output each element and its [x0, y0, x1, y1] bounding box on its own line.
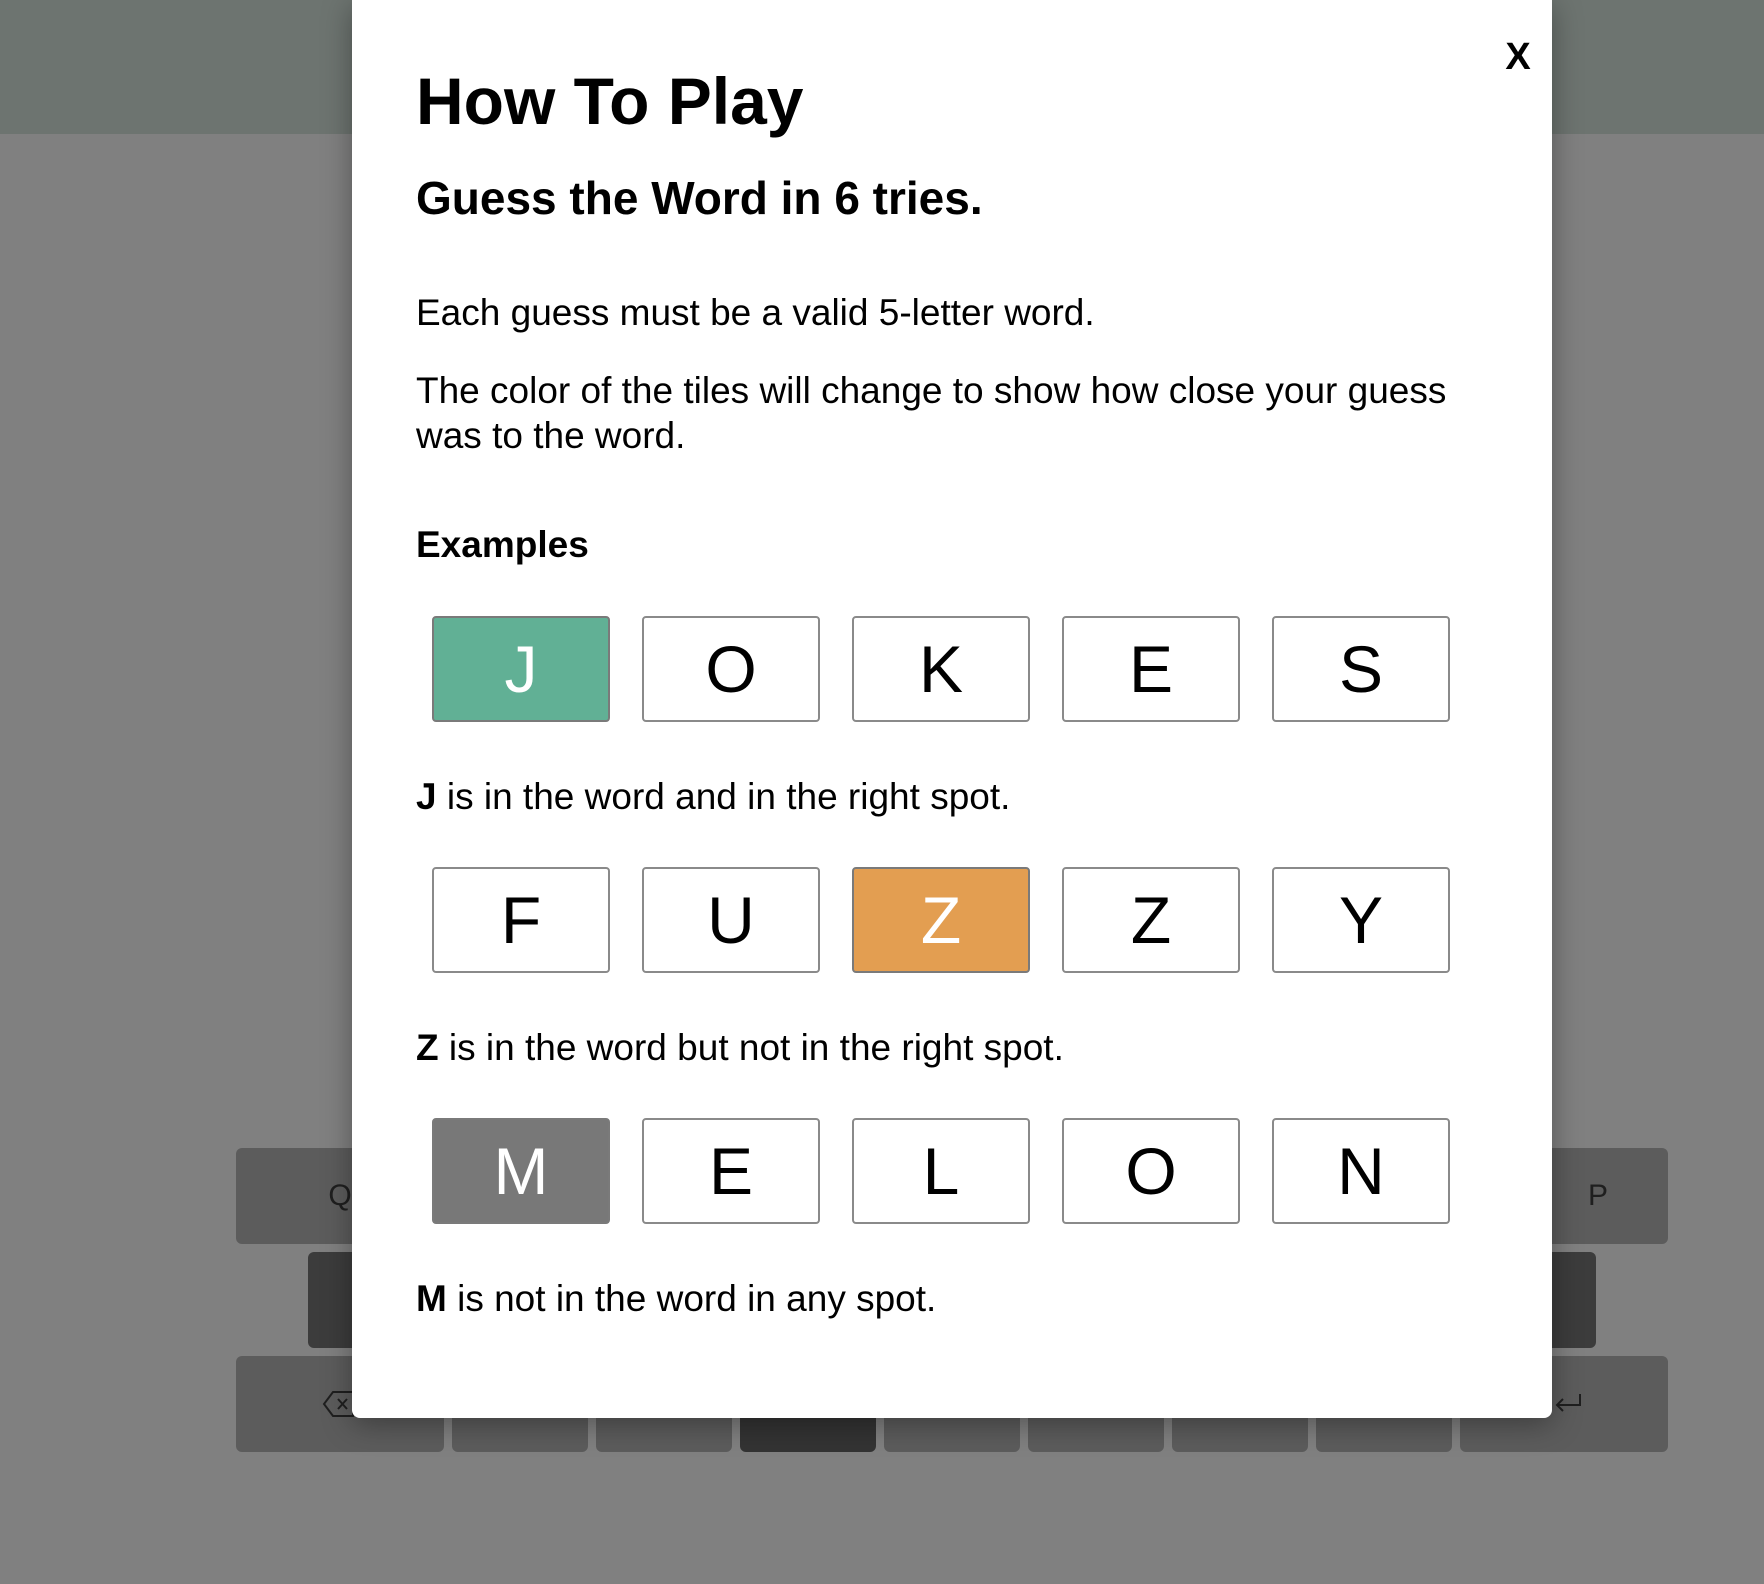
rule-paragraph: The color of the tiles will change to sh…: [416, 370, 1447, 456]
letter-tile: Y: [1272, 867, 1450, 973]
letter-tile: E: [1062, 616, 1240, 722]
example-row: F U Z Z Y: [432, 867, 1450, 973]
letter-tile: F: [432, 867, 610, 973]
example-row: J O K E S: [432, 616, 1450, 722]
letter-tile: M: [432, 1118, 610, 1224]
explanation-text: is in the word but not in the right spot…: [438, 1027, 1064, 1068]
letter-tile: Z: [1062, 867, 1240, 973]
letter-tile: S: [1272, 616, 1450, 722]
key-p-label: P: [1587, 1179, 1608, 1212]
example-row: M E L O N: [432, 1118, 1450, 1224]
letter-tile: U: [642, 867, 820, 973]
enter-icon: [1555, 1394, 1581, 1412]
highlight-letter: J: [416, 776, 437, 817]
explanation-text: is in the word and in the right spot.: [436, 776, 1011, 817]
letter-tile: O: [1062, 1118, 1240, 1224]
letter-tile: E: [642, 1118, 820, 1224]
modal-title: How To Play: [416, 64, 804, 138]
letter-tile: N: [1272, 1118, 1450, 1224]
backspace-icon: [322, 1391, 354, 1417]
examples-heading: Examples: [416, 524, 589, 565]
explanation-text: is not in the word in any spot.: [446, 1278, 937, 1319]
modal-subtitle: Guess the Word in 6 tries.: [416, 172, 983, 224]
close-button[interactable]: X: [1488, 30, 1548, 84]
highlight-letter: M: [416, 1278, 447, 1319]
letter-tile: K: [852, 616, 1030, 722]
example-explanation: Z is in the word but not in the right sp…: [416, 1025, 1064, 1070]
letter-tile: Z: [852, 867, 1030, 973]
how-to-play-modal: X How To Play Guess the Word in 6 tries.…: [352, 0, 1552, 1418]
letter-tile: J: [432, 616, 610, 722]
letter-tile: L: [852, 1118, 1030, 1224]
close-icon: X: [1505, 35, 1531, 78]
example-explanation: M is not in the word in any spot.: [416, 1276, 936, 1321]
rule-paragraph: Each guess must be a valid 5-letter word…: [416, 292, 1095, 333]
key-q-label: Q: [328, 1179, 352, 1212]
example-explanation: J is in the word and in the right spot.: [416, 774, 1010, 819]
letter-tile: O: [642, 616, 820, 722]
highlight-letter: Z: [416, 1027, 439, 1068]
